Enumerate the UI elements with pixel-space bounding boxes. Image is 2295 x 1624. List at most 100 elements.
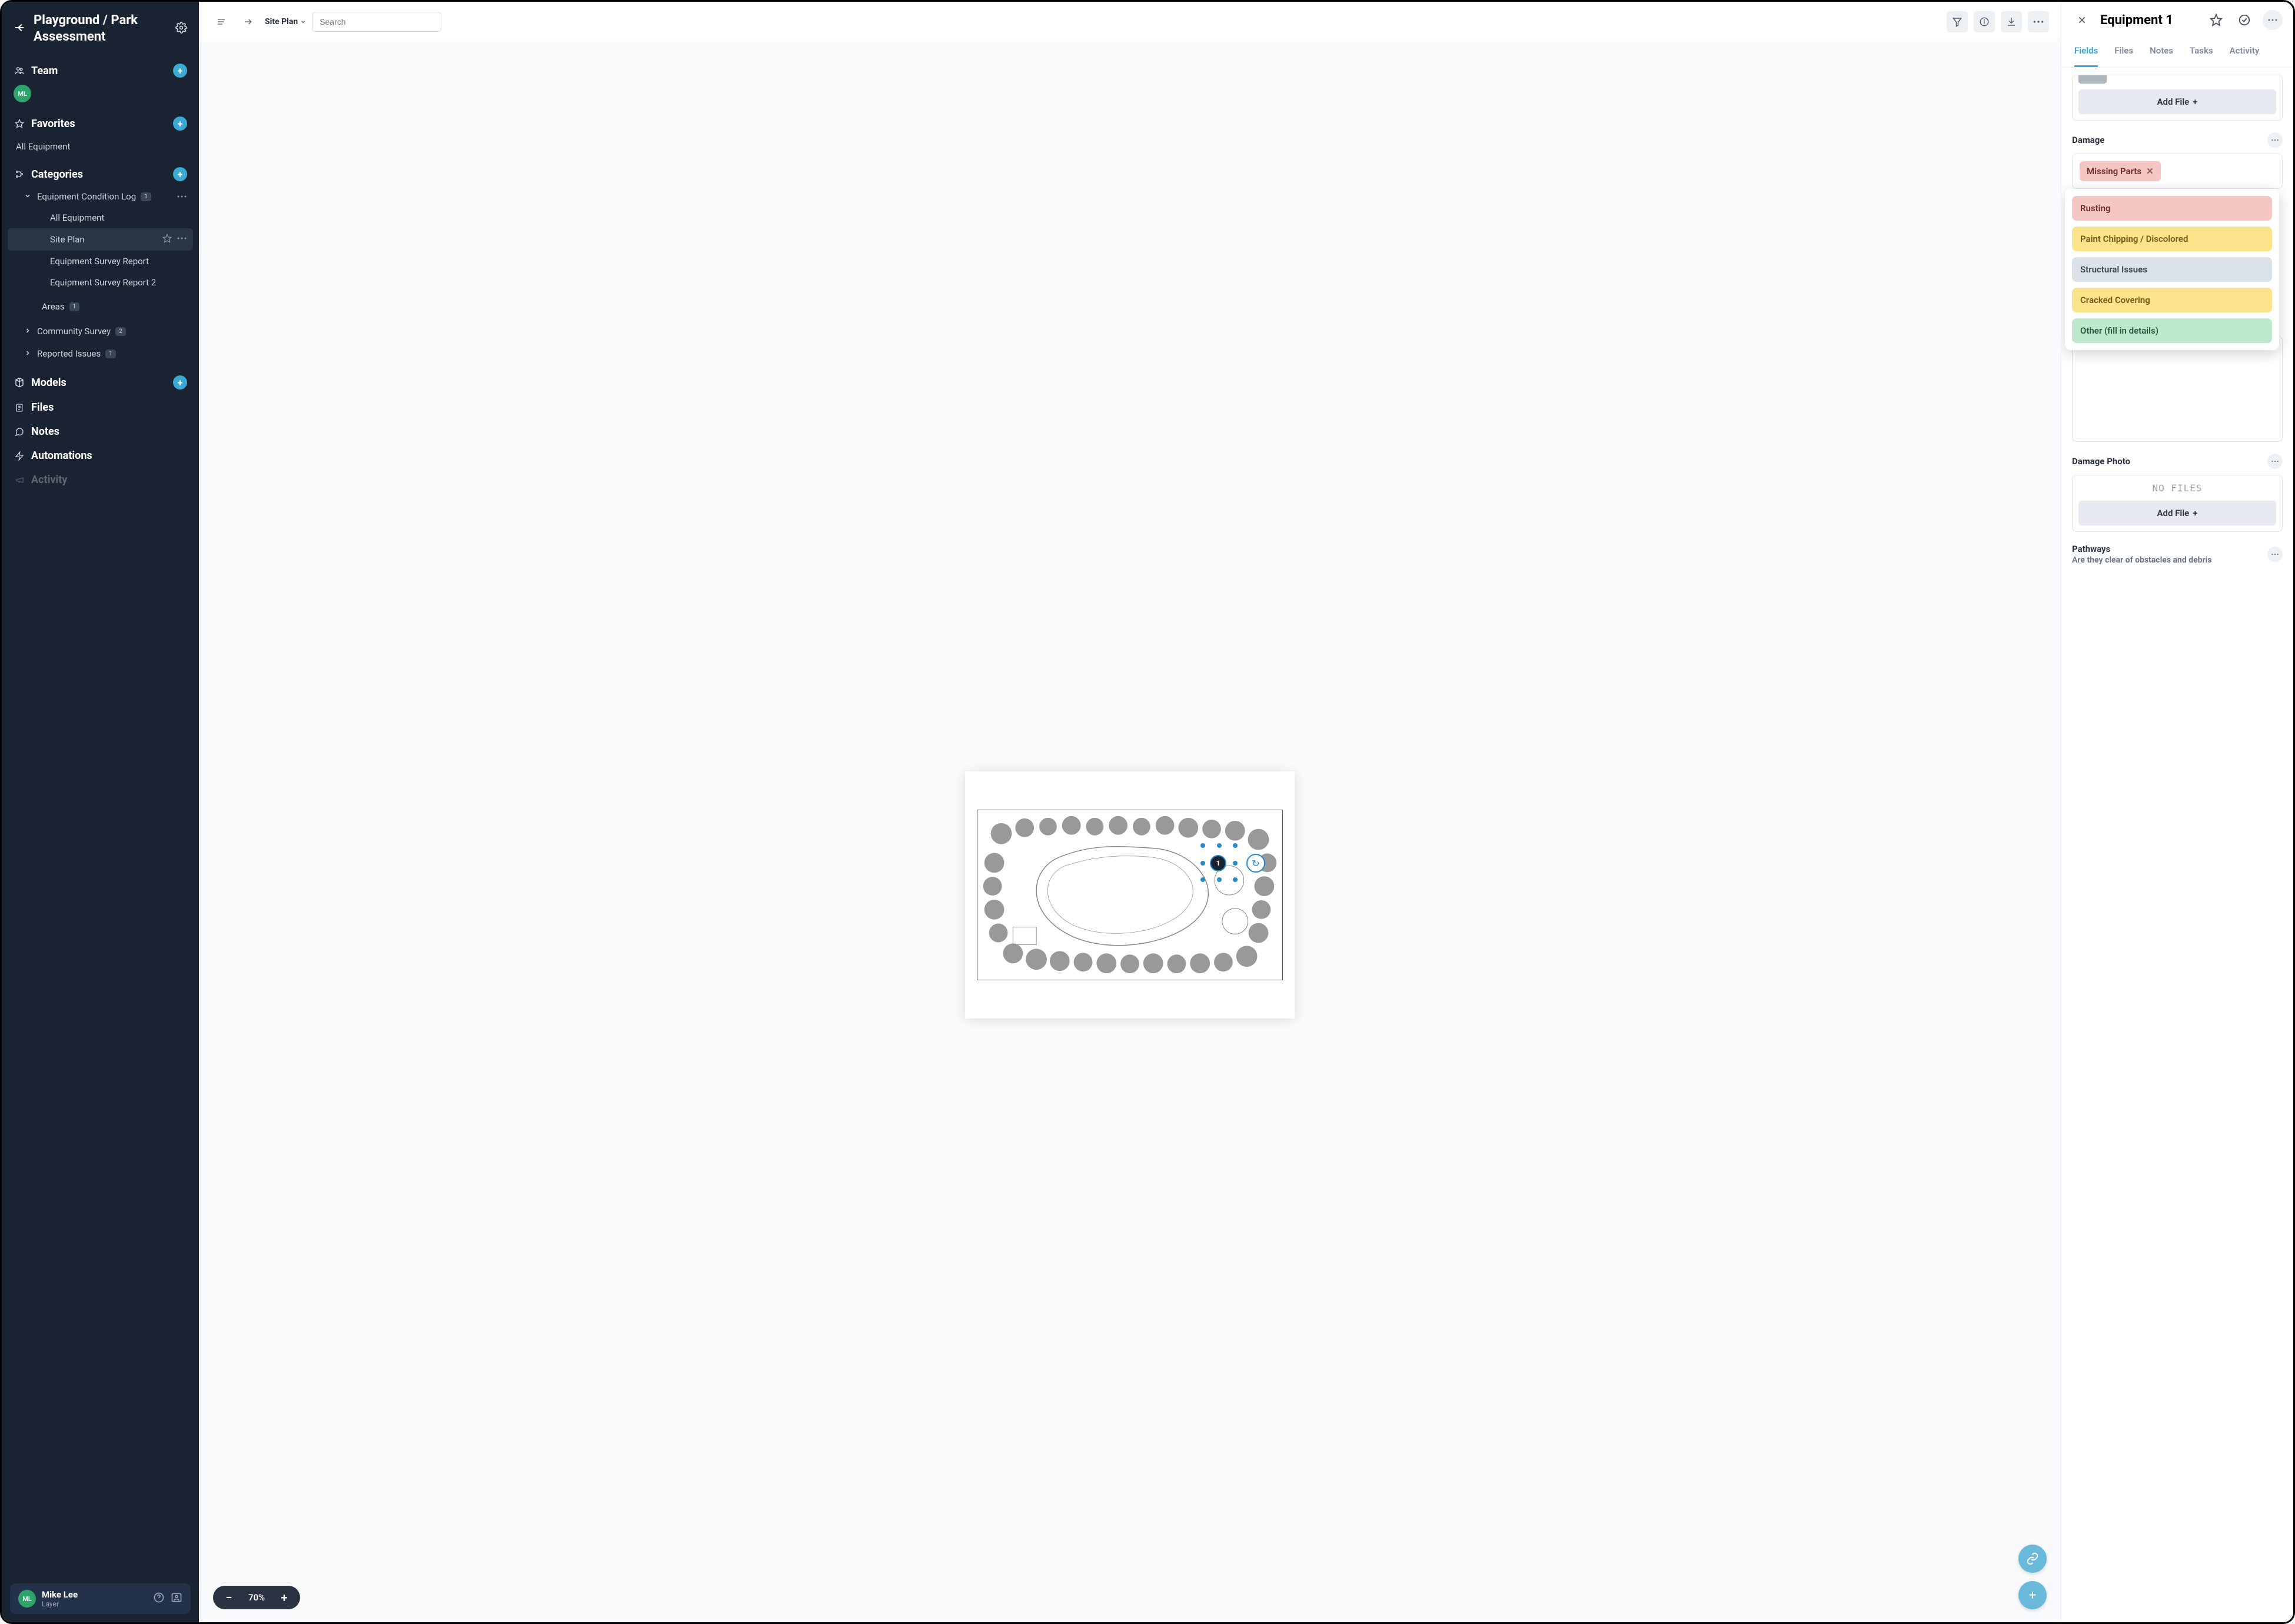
add-team-button[interactable]: + bbox=[173, 64, 187, 78]
damage-option[interactable]: Other (fill in details) bbox=[2072, 318, 2272, 343]
help-icon[interactable] bbox=[153, 1592, 165, 1606]
field-more-icon[interactable] bbox=[2267, 454, 2283, 469]
category-item-equipment-condition-log[interactable]: Equipment Condition Log 1 bbox=[8, 186, 193, 207]
section-label: Activity bbox=[31, 474, 67, 486]
add-model-button[interactable]: + bbox=[173, 375, 187, 390]
category-item-site-plan[interactable]: Site Plan bbox=[8, 228, 193, 251]
damage-chip[interactable]: Missing Parts ✕ bbox=[2080, 161, 2161, 181]
project-title: Playground / Park Assessment bbox=[34, 12, 168, 45]
selection-handle[interactable] bbox=[1200, 843, 1205, 848]
selection-handle[interactable] bbox=[1217, 843, 1222, 848]
damage-option[interactable]: Rusting bbox=[2072, 196, 2272, 221]
star-icon[interactable] bbox=[2206, 10, 2226, 30]
menu-icon[interactable] bbox=[211, 11, 232, 32]
selection-handle[interactable] bbox=[1233, 861, 1238, 866]
more-icon[interactable] bbox=[2028, 11, 2049, 32]
add-fab[interactable]: + bbox=[2018, 1581, 2047, 1609]
sidebar-item-models[interactable]: Models + bbox=[8, 370, 193, 395]
add-category-button[interactable]: + bbox=[173, 167, 187, 181]
user-avatar[interactable]: ML bbox=[18, 1590, 36, 1608]
map-marker[interactable]: 1 bbox=[1211, 856, 1225, 870]
field-more-icon[interactable] bbox=[2267, 547, 2283, 562]
search-input[interactable] bbox=[312, 12, 441, 32]
category-item-community-survey[interactable]: Community Survey 2 bbox=[8, 320, 193, 342]
add-file-button[interactable]: Add File + bbox=[2078, 89, 2276, 114]
link-fab[interactable] bbox=[2018, 1545, 2047, 1573]
categories-icon bbox=[14, 169, 25, 179]
zoom-level: 70% bbox=[245, 1592, 268, 1603]
add-file-button[interactable]: Add File + bbox=[2078, 501, 2276, 525]
close-panel-button[interactable] bbox=[2072, 10, 2092, 30]
team-icon bbox=[14, 65, 25, 76]
field-more-icon[interactable] bbox=[2267, 132, 2283, 148]
tab-files[interactable]: Files bbox=[2114, 38, 2133, 67]
file-meta bbox=[2113, 75, 2114, 84]
activity-icon bbox=[14, 475, 25, 485]
refresh-marker-icon[interactable]: ↻ bbox=[1246, 854, 1265, 873]
main: Site Plan bbox=[199, 2, 2061, 1622]
tab-fields[interactable]: Fields bbox=[2074, 38, 2098, 67]
automations-icon bbox=[14, 451, 25, 461]
category-label: Equipment Survey Report bbox=[50, 256, 149, 267]
team-avatar[interactable]: ML bbox=[14, 85, 31, 102]
section-label: Notes bbox=[31, 425, 59, 438]
selection-handle[interactable] bbox=[1217, 877, 1222, 882]
sidebar-item-notes[interactable]: Notes bbox=[8, 420, 193, 444]
selection-handle[interactable] bbox=[1233, 877, 1238, 882]
tab-tasks[interactable]: Tasks bbox=[2190, 38, 2213, 67]
more-icon[interactable] bbox=[177, 234, 187, 245]
category-item-survey-report-2[interactable]: Equipment Survey Report 2 bbox=[8, 272, 193, 293]
zoom-in-button[interactable]: + bbox=[279, 1592, 290, 1603]
favorite-item[interactable]: All Equipment bbox=[8, 135, 193, 158]
chip-remove-icon[interactable]: ✕ bbox=[2146, 166, 2154, 177]
section-label: Models bbox=[31, 377, 66, 389]
category-item-survey-report[interactable]: Equipment Survey Report bbox=[8, 251, 193, 272]
damage-option[interactable]: Paint Chipping / Discolored bbox=[2072, 227, 2272, 251]
gear-icon[interactable] bbox=[175, 22, 187, 36]
panel-title: Equipment 1 bbox=[2100, 13, 2198, 28]
download-icon[interactable] bbox=[2001, 11, 2022, 32]
favorites-label: Favorites bbox=[31, 118, 75, 130]
tab-activity[interactable]: Activity bbox=[2230, 38, 2260, 67]
category-more-icon[interactable] bbox=[177, 193, 187, 200]
forward-icon[interactable] bbox=[238, 11, 259, 32]
plus-icon: + bbox=[2193, 96, 2197, 107]
zoom-out-button[interactable]: − bbox=[224, 1592, 234, 1603]
damage-chip-input[interactable]: Missing Parts ✕ bbox=[2072, 154, 2283, 189]
category-item-all-equipment[interactable]: All Equipment bbox=[8, 207, 193, 228]
sidebar-item-activity[interactable]: Activity bbox=[8, 468, 193, 492]
category-label: Reported Issues bbox=[37, 348, 101, 359]
star-icon[interactable] bbox=[162, 234, 172, 245]
category-item-reported-issues[interactable]: Reported Issues 1 bbox=[8, 342, 193, 365]
selection-handle[interactable] bbox=[1233, 843, 1238, 848]
category-label: Equipment Condition Log bbox=[37, 191, 136, 202]
canvas[interactable]: 1 ↻ − 70% + + bbox=[199, 42, 2061, 1622]
filter-icon[interactable] bbox=[1947, 11, 1968, 32]
damage-textarea[interactable] bbox=[2072, 336, 2283, 442]
user-footer: ML Mike Lee Layer bbox=[10, 1583, 191, 1614]
add-favorite-button[interactable]: + bbox=[173, 117, 187, 131]
file-thumbnail[interactable] bbox=[2078, 75, 2107, 84]
selection-handle[interactable] bbox=[1200, 877, 1205, 882]
favorites-section-header[interactable]: Favorites + bbox=[8, 112, 193, 135]
profile-icon[interactable] bbox=[171, 1592, 182, 1606]
panel-more-icon[interactable] bbox=[2263, 10, 2283, 30]
tab-notes[interactable]: Notes bbox=[2150, 38, 2173, 67]
breadcrumb[interactable]: Site Plan bbox=[265, 17, 306, 26]
info-icon[interactable] bbox=[1974, 11, 1995, 32]
team-section-header[interactable]: Team + bbox=[8, 59, 193, 82]
damage-photo-container: NO FILES Add File + bbox=[2072, 475, 2283, 532]
category-item-areas[interactable]: Areas 1 bbox=[8, 293, 193, 320]
section-label: Files bbox=[31, 401, 54, 414]
back-arrow-icon[interactable] bbox=[14, 21, 26, 36]
damage-option[interactable]: Structural Issues bbox=[2072, 257, 2272, 282]
chevron-down-icon bbox=[24, 191, 32, 202]
sidebar-item-automations[interactable]: Automations bbox=[8, 444, 193, 468]
category-label: Site Plan bbox=[50, 234, 85, 245]
check-icon[interactable] bbox=[2234, 10, 2254, 30]
categories-section-header[interactable]: Categories + bbox=[8, 162, 193, 186]
files-icon bbox=[14, 402, 25, 413]
selection-handle[interactable] bbox=[1200, 861, 1205, 866]
sidebar-item-files[interactable]: Files bbox=[8, 395, 193, 420]
damage-option[interactable]: Cracked Covering bbox=[2072, 288, 2272, 312]
